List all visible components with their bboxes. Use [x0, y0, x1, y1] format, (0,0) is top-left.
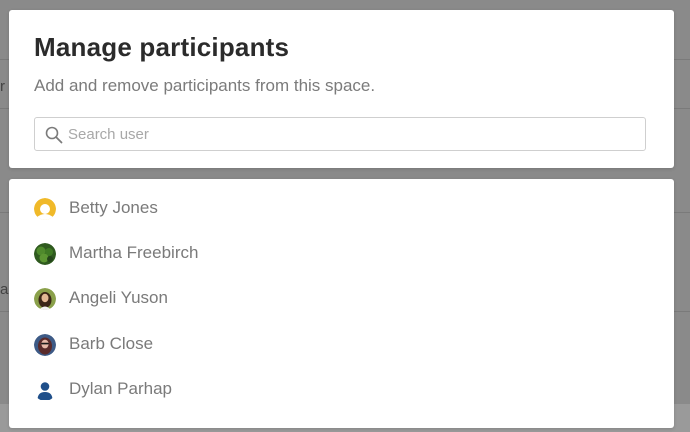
dialog-title: Manage participants — [34, 32, 290, 62]
search-input[interactable] — [68, 118, 638, 150]
photo-avatar — [34, 243, 56, 265]
search-icon — [45, 126, 63, 144]
user-name: Martha Freebirch — [69, 243, 199, 262]
user-name: Barb Close — [69, 334, 154, 353]
list-item[interactable]: Angeli Yuson — [34, 284, 634, 314]
background-text: a — [0, 281, 9, 298]
list-item[interactable]: Dylan Parhap — [34, 375, 634, 405]
participant-list: Betty Jones Martha Freebirch Angeli Yuso… — [9, 179, 674, 428]
list-item[interactable]: Martha Freebirch — [34, 239, 634, 269]
default-avatar-icon — [34, 198, 56, 220]
background-text: r — [0, 78, 5, 95]
list-item[interactable]: Barb Close — [34, 330, 634, 360]
manage-participants-header: Manage participants Add and remove parti… — [9, 10, 674, 168]
photo-avatar — [34, 288, 56, 310]
user-name: Angeli Yuson — [69, 288, 168, 307]
dialog-subtitle: Add and remove participants from this sp… — [34, 76, 376, 95]
list-item[interactable]: Betty Jones — [34, 194, 634, 224]
search-box[interactable] — [34, 117, 646, 151]
photo-avatar — [34, 334, 56, 356]
user-name: Dylan Parhap — [69, 379, 173, 398]
default-person-icon — [34, 379, 56, 401]
user-name: Betty Jones — [69, 198, 158, 217]
